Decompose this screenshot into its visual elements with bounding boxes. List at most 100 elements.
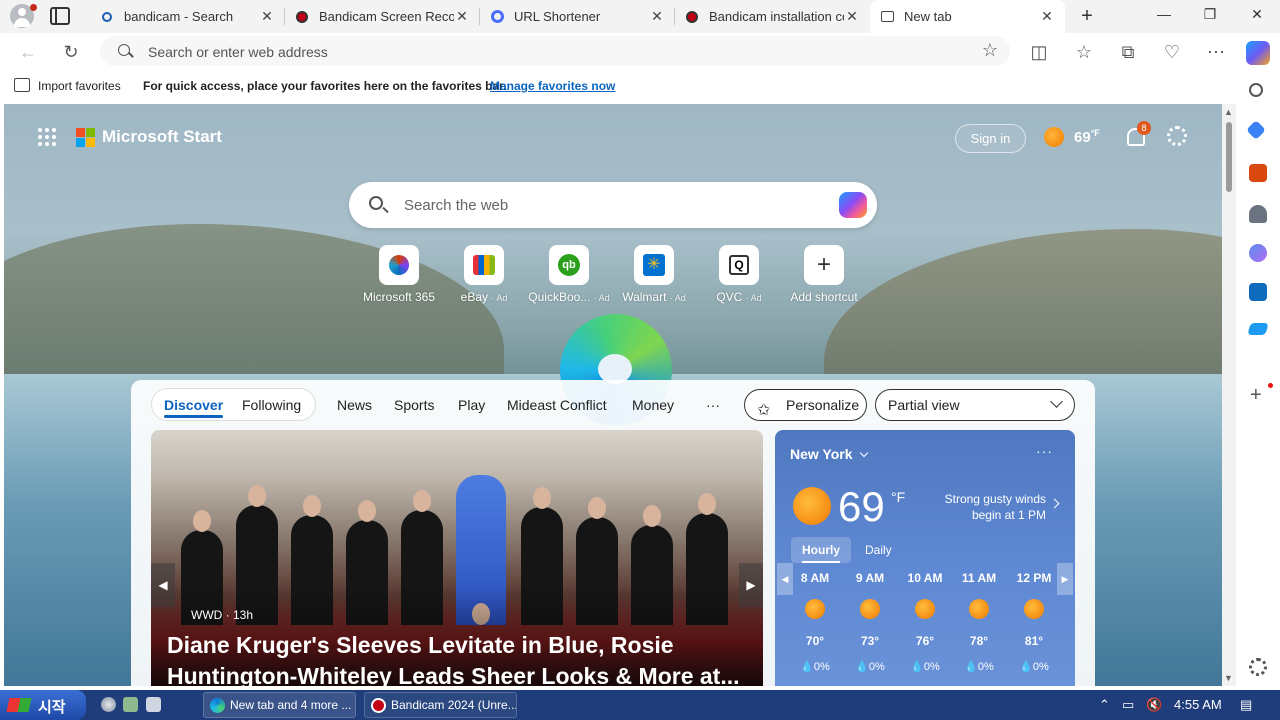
import-favorites-icon[interactable] xyxy=(14,78,30,92)
category-news[interactable]: News xyxy=(337,397,372,413)
shortcut-qvc[interactable]: Q QVC · Ad xyxy=(694,245,784,304)
quicklaunch-icon[interactable] xyxy=(123,697,138,712)
address-bar[interactable]: Search or enter web address ☆ xyxy=(100,36,1010,66)
scrollbar-thumb[interactable] xyxy=(1226,122,1232,192)
taskbar-item-bandicam[interactable]: Bandicam 2024 (Unre... xyxy=(364,692,517,718)
microsoft-logo-icon[interactable] xyxy=(76,128,95,147)
split-screen-icon[interactable]: ◫ xyxy=(1029,42,1049,62)
hero-article-card[interactable]: ◀ ▶ WWD · 13h Diane Kruger's Sleeves Lev… xyxy=(151,430,763,686)
minimize-icon[interactable]: — xyxy=(1154,6,1174,22)
quickbooks-icon: qb xyxy=(558,254,580,276)
scroll-down-icon[interactable]: ▼ xyxy=(1224,673,1233,683)
close-tab-icon[interactable]: ✕ xyxy=(649,8,665,25)
article-headline[interactable]: Diane Kruger's Sleeves Levitate in Blue,… xyxy=(167,630,757,686)
web-search-box[interactable]: Search the web xyxy=(349,182,877,228)
favorite-star-icon[interactable]: ☆ xyxy=(982,40,998,61)
personalize-button[interactable]: ✩ Personalize xyxy=(744,389,867,421)
carousel-next-icon[interactable]: ▶ xyxy=(739,563,763,607)
refresh-icon[interactable]: ↻ xyxy=(61,42,81,62)
outlook-icon[interactable] xyxy=(1249,283,1267,301)
shortcut-walmart[interactable]: ✳ Walmart · Ad xyxy=(609,245,699,304)
search-icon xyxy=(100,10,114,24)
profile-avatar[interactable] xyxy=(10,4,37,28)
tab-bandicam-installation[interactable]: Bandicam installation complete ✕ xyxy=(675,0,870,33)
hour-precip: 0% xyxy=(1032,661,1049,673)
weather-more-icon[interactable]: ··· xyxy=(1036,443,1053,459)
page-settings-gear-icon[interactable] xyxy=(1167,126,1187,146)
system-clock[interactable]: 4:55 AM xyxy=(1174,697,1222,712)
category-sports[interactable]: Sports xyxy=(394,397,434,413)
shortcut-ebay[interactable]: eBay · Ad xyxy=(439,245,529,304)
close-tab-icon[interactable]: ✕ xyxy=(1039,8,1055,25)
close-tab-icon[interactable]: ✕ xyxy=(844,8,860,25)
games-icon[interactable] xyxy=(1249,205,1267,223)
category-money[interactable]: Money xyxy=(632,397,674,413)
shortcut-add[interactable]: + Add shortcut xyxy=(779,245,869,304)
weather-tab-daily[interactable]: Daily xyxy=(854,537,903,563)
weather-location[interactable]: New York xyxy=(790,446,868,462)
weather-tab-hourly[interactable]: Hourly xyxy=(791,537,852,563)
start-button[interactable]: 시작 xyxy=(0,690,86,720)
search-icon[interactable] xyxy=(1249,83,1263,97)
action-center-icon[interactable]: ▤ xyxy=(1240,697,1252,713)
back-icon[interactable]: ← xyxy=(18,42,38,62)
close-tab-icon[interactable]: ✕ xyxy=(259,8,275,25)
bandicam-icon xyxy=(371,698,386,713)
sign-in-button[interactable]: Sign in xyxy=(955,124,1026,153)
taskbar-item-label: New tab and 4 more ... xyxy=(230,698,352,712)
copilot-icon[interactable] xyxy=(1246,41,1270,65)
droplet-icon: 💧 xyxy=(910,661,924,673)
send-icon[interactable] xyxy=(1247,323,1269,335)
category-play[interactable]: Play xyxy=(458,397,485,413)
scroll-up-icon[interactable]: ▲ xyxy=(1224,107,1233,117)
collections-icon[interactable]: ⧉ xyxy=(1118,42,1138,62)
page-scrollbar[interactable]: ▲ ▼ xyxy=(1222,104,1236,686)
shortcut-quickbooks[interactable]: qb QuickBoo... · Ad xyxy=(524,245,614,304)
favorites-icon[interactable]: ☆ xyxy=(1074,42,1094,62)
more-categories-icon[interactable]: ··· xyxy=(706,397,720,413)
quicklaunch-icon[interactable] xyxy=(101,697,116,712)
carousel-prev-icon[interactable]: ◀ xyxy=(151,563,175,607)
shopping-tag-icon[interactable] xyxy=(1246,120,1266,140)
view-select-dropdown[interactable]: Partial view xyxy=(875,389,1075,421)
tab-title: New tab xyxy=(904,9,952,24)
browser-essentials-icon[interactable]: ♡ xyxy=(1162,42,1182,62)
tab-discover[interactable]: Discover xyxy=(164,397,224,418)
more-menu-icon[interactable]: ⋯ xyxy=(1206,42,1226,62)
sidebar-settings-icon[interactable] xyxy=(1249,658,1267,676)
category-mideast-conflict[interactable]: Mideast Conflict xyxy=(507,397,607,413)
app-launcher-icon[interactable] xyxy=(38,128,56,146)
brand-title[interactable]: Microsoft Start xyxy=(102,127,222,147)
volume-muted-icon[interactable]: 🔇 xyxy=(1146,697,1162,713)
close-tab-icon[interactable]: ✕ xyxy=(454,8,470,25)
tab-bandicam-search[interactable]: bandicam - Search ✕ xyxy=(90,0,285,33)
tab-new-tab[interactable]: New tab ✕ xyxy=(870,0,1065,33)
import-favorites-button[interactable]: Import favorites xyxy=(38,79,121,93)
tab-bandicam-screen-recorder[interactable]: Bandicam Screen Recorder ✕ xyxy=(285,0,480,33)
tray-expand-icon[interactable]: ⌃ xyxy=(1099,697,1110,713)
shortcut-label: QVC xyxy=(716,290,743,304)
taskbar-item-edge[interactable]: New tab and 4 more ... xyxy=(203,692,356,718)
sun-icon[interactable] xyxy=(1044,127,1064,147)
tab-actions-icon[interactable] xyxy=(50,7,70,25)
weather-alert[interactable]: Strong gusty winds begin at 1 PM xyxy=(920,491,1046,523)
copilot-icon[interactable] xyxy=(839,192,867,218)
tab-following[interactable]: Following xyxy=(242,397,301,413)
taskbar-item-label: Bandicam 2024 (Unre... xyxy=(391,698,517,712)
header-weather[interactable]: 69°F xyxy=(1074,128,1100,146)
tab-url-shortener[interactable]: URL Shortener ✕ xyxy=(480,0,675,33)
microsoft-365-icon[interactable] xyxy=(1249,244,1267,262)
new-tab-plus-icon[interactable]: + xyxy=(1076,5,1098,27)
restore-icon[interactable]: ❐ xyxy=(1200,6,1220,23)
temp-unit[interactable]: °F xyxy=(891,489,905,505)
network-icon[interactable]: ▭ xyxy=(1122,697,1134,713)
shortcut-microsoft-365[interactable]: Microsoft 365 xyxy=(354,245,444,304)
weather-card[interactable]: New York ··· 69 °F Strong gusty winds be… xyxy=(775,430,1075,686)
manage-favorites-link[interactable]: Manage favorites now xyxy=(490,79,615,93)
notification-badge: 8 xyxy=(1137,121,1151,135)
close-window-icon[interactable]: ✕ xyxy=(1247,6,1267,23)
add-sidebar-app-icon[interactable]: + xyxy=(1250,385,1262,405)
quicklaunch-icon[interactable] xyxy=(146,697,161,712)
tools-briefcase-icon[interactable] xyxy=(1249,164,1267,182)
hourly-next-icon[interactable]: ▶ xyxy=(1057,563,1073,595)
